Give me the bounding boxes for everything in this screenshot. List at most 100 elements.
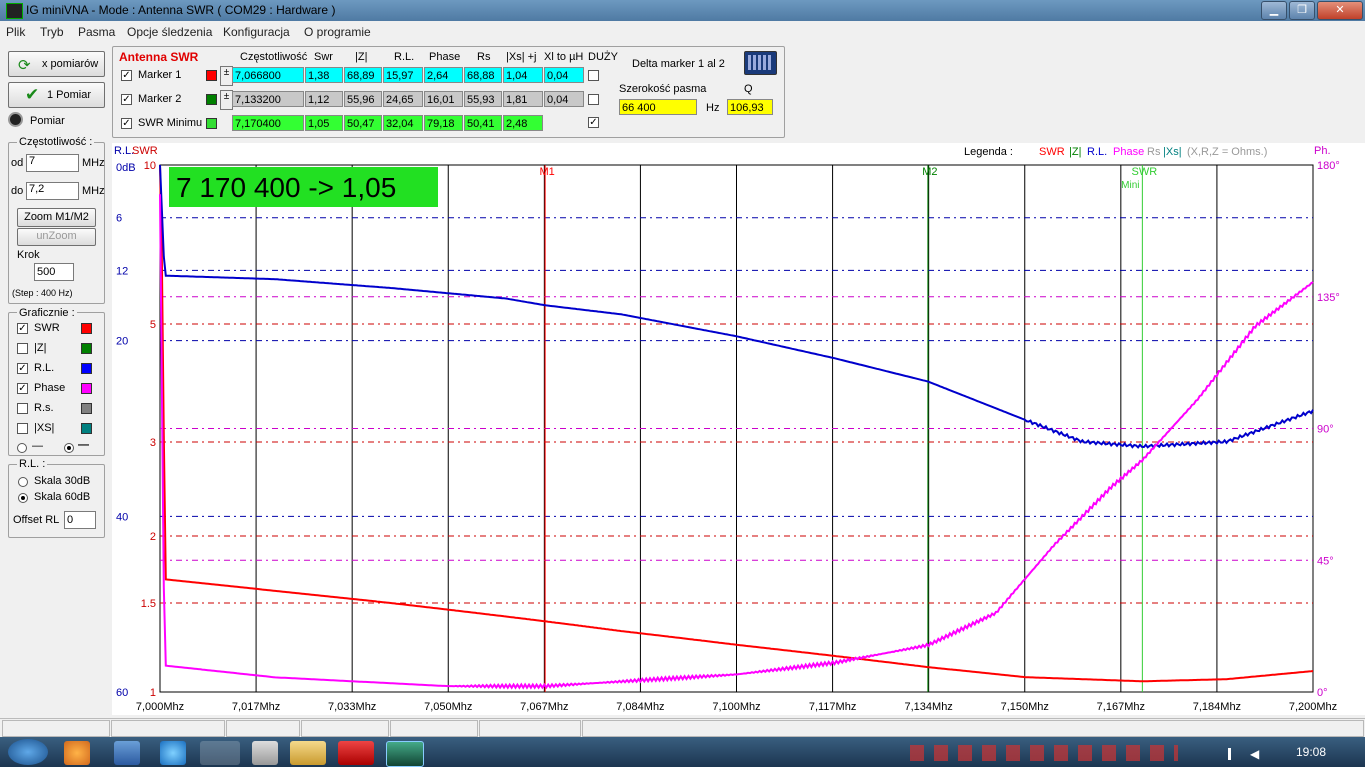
- graphics-group-title: Graficznie :: [17, 307, 77, 319]
- line-style-thick-radio[interactable]: [64, 443, 74, 453]
- od-unit: MHz: [82, 157, 105, 169]
- system-tray-icons[interactable]: [910, 745, 1178, 761]
- legend-entry: Rs: [1147, 146, 1161, 158]
- marker-color-swatch[interactable]: [206, 94, 217, 105]
- skala30-radio[interactable]: [18, 477, 28, 487]
- close-button[interactable]: ✕: [1317, 1, 1363, 20]
- graph-checkbox-1[interactable]: [17, 343, 28, 354]
- maximize-button[interactable]: ❐: [1289, 1, 1315, 20]
- graph-checkbox-2[interactable]: ✓: [17, 363, 28, 374]
- pdf-reader-icon[interactable]: [338, 741, 374, 765]
- marker-color-swatch[interactable]: [206, 70, 217, 81]
- firefox-icon[interactable]: [64, 741, 90, 765]
- marker-column-header: Phase: [429, 51, 461, 63]
- one-pomiar-button[interactable]: ✔ 1 Pomiar: [8, 82, 105, 108]
- graph-checkbox-5[interactable]: [17, 423, 28, 434]
- status-cell: [226, 720, 300, 737]
- marker-value-cell: 68,88: [464, 67, 502, 83]
- menu-bar: Plik Tryb Pasma Opcje śledzenia Konfigur…: [0, 22, 1365, 41]
- marker-value-cell: 0,04: [544, 91, 584, 107]
- graph-color-swatch[interactable]: [81, 383, 92, 394]
- graph-color-swatch[interactable]: [81, 323, 92, 334]
- phase-tick-label: 90°: [1317, 424, 1334, 436]
- menu-tryb[interactable]: Tryb: [40, 25, 64, 39]
- marker-color-swatch[interactable]: [206, 118, 217, 129]
- one-pomiar-label: 1 Pomiar: [47, 89, 92, 101]
- rl-tick-label: 20: [116, 336, 128, 348]
- marker-column-header: Częstotliwość: [240, 51, 308, 63]
- graph-checkbox-3[interactable]: ✓: [17, 383, 28, 394]
- phase-tick-label: 0°: [1317, 687, 1328, 699]
- graph-color-swatch[interactable]: [81, 403, 92, 414]
- do-unit: MHz: [82, 185, 105, 197]
- marker-enable-checkbox[interactable]: ✓: [121, 94, 132, 105]
- start-button-icon[interactable]: [8, 739, 48, 765]
- duzy-checkbox[interactable]: [588, 70, 599, 81]
- graph-color-swatch[interactable]: [81, 363, 92, 374]
- calculator-icon[interactable]: [744, 51, 777, 75]
- legend-entry: (X,R,Z = Ohms.): [1187, 146, 1267, 158]
- x-pomiarow-button[interactable]: ⟳ x pomiarów: [8, 51, 105, 77]
- marker-row-label: Marker 1: [138, 69, 182, 81]
- marker-value-cell: 32,04: [383, 115, 423, 131]
- menu-o-programie[interactable]: O programie: [304, 25, 371, 39]
- duzy-checkbox[interactable]: ✓: [588, 117, 599, 128]
- signal-icon[interactable]: [1228, 748, 1242, 760]
- volume-icon[interactable]: ◀: [1250, 747, 1264, 761]
- x-tick-label: 7,167Mhz: [1097, 701, 1145, 713]
- skala60-radio[interactable]: [18, 493, 28, 503]
- minimize-button[interactable]: ▁: [1261, 1, 1287, 20]
- folder-icon[interactable]: [290, 741, 326, 765]
- graph-checkbox-4[interactable]: [17, 403, 28, 414]
- title-bar: IG miniVNA - Mode : Antenna SWR ( COM29 …: [0, 0, 1365, 21]
- readout-box: 7 170 400 -> 1,05: [169, 167, 438, 207]
- marker-enable-checkbox[interactable]: ✓: [121, 118, 132, 129]
- graph-label: SWR: [34, 322, 60, 334]
- graph-label: Phase: [34, 382, 66, 394]
- krok-input[interactable]: 500: [34, 263, 74, 281]
- readout-text: 7 170 400 -> 1,05: [176, 172, 397, 203]
- status-cell: [479, 720, 581, 737]
- x-tick-label: 7,184Mhz: [1193, 701, 1241, 713]
- marker-column-header: Xl to µH: [544, 51, 584, 63]
- od-input[interactable]: 7: [26, 154, 79, 172]
- x-tick-label: 7,084Mhz: [616, 701, 664, 713]
- zoom-m1m2-button[interactable]: Zoom M1/M2: [17, 208, 96, 227]
- rl-tick-label: 6: [116, 213, 122, 225]
- pomiar-label: Pomiar: [30, 115, 65, 127]
- menu-opcje[interactable]: Opcje śledzenia: [127, 25, 212, 39]
- graph-label: |XS|: [34, 422, 55, 434]
- save-disk-icon[interactable]: [114, 741, 140, 765]
- do-input[interactable]: 7,2: [26, 182, 79, 200]
- x-tick-label: 7,000Mhz: [136, 701, 184, 713]
- unzoom-button[interactable]: unZoom: [17, 228, 96, 246]
- offset-rl-input[interactable]: 0: [64, 511, 96, 529]
- status-cell: [301, 720, 389, 737]
- rl-tick-label: 40: [116, 511, 128, 523]
- menu-konfiguracja[interactable]: Konfiguracja: [223, 25, 290, 39]
- duzy-checkbox[interactable]: [588, 94, 599, 105]
- offset-rl-label: Offset RL: [13, 514, 60, 526]
- graph-checkbox-0[interactable]: ✓: [17, 323, 28, 334]
- marker-value-cell: 55,96: [344, 91, 382, 107]
- taskbar-window-icon[interactable]: [200, 741, 240, 765]
- graph-label: R.s.: [34, 402, 54, 414]
- marker-value-cell: 1,81: [503, 91, 543, 107]
- graph-color-swatch[interactable]: [81, 343, 92, 354]
- x-tick-label: 7,050Mhz: [424, 701, 472, 713]
- plot-area[interactable]: 7,000Mhz 7,017Mhz 7,033Mhz 7,050Mhz 7,067Mhz…: [112, 143, 1365, 715]
- menu-pasma[interactable]: Pasma: [78, 25, 115, 39]
- marker-enable-checkbox[interactable]: ✓: [121, 70, 132, 81]
- line-style-thin-radio[interactable]: [17, 443, 27, 453]
- minivna-taskbar-icon[interactable]: [386, 741, 424, 767]
- swr-axis-header: SWR: [132, 145, 158, 157]
- menu-plik[interactable]: Plik: [6, 25, 25, 39]
- internet-explorer-icon[interactable]: [160, 741, 186, 765]
- x-tick-label: 7,134Mhz: [905, 701, 953, 713]
- network-tool-icon[interactable]: [252, 741, 278, 765]
- x-tick-label: 7,200Mhz: [1289, 701, 1337, 713]
- graph-color-swatch[interactable]: [81, 423, 92, 434]
- x-tick-label: 7,150Mhz: [1001, 701, 1049, 713]
- marker-row-label: SWR Minimu: [138, 117, 203, 129]
- marker-value-cell: 7,170400: [232, 115, 304, 131]
